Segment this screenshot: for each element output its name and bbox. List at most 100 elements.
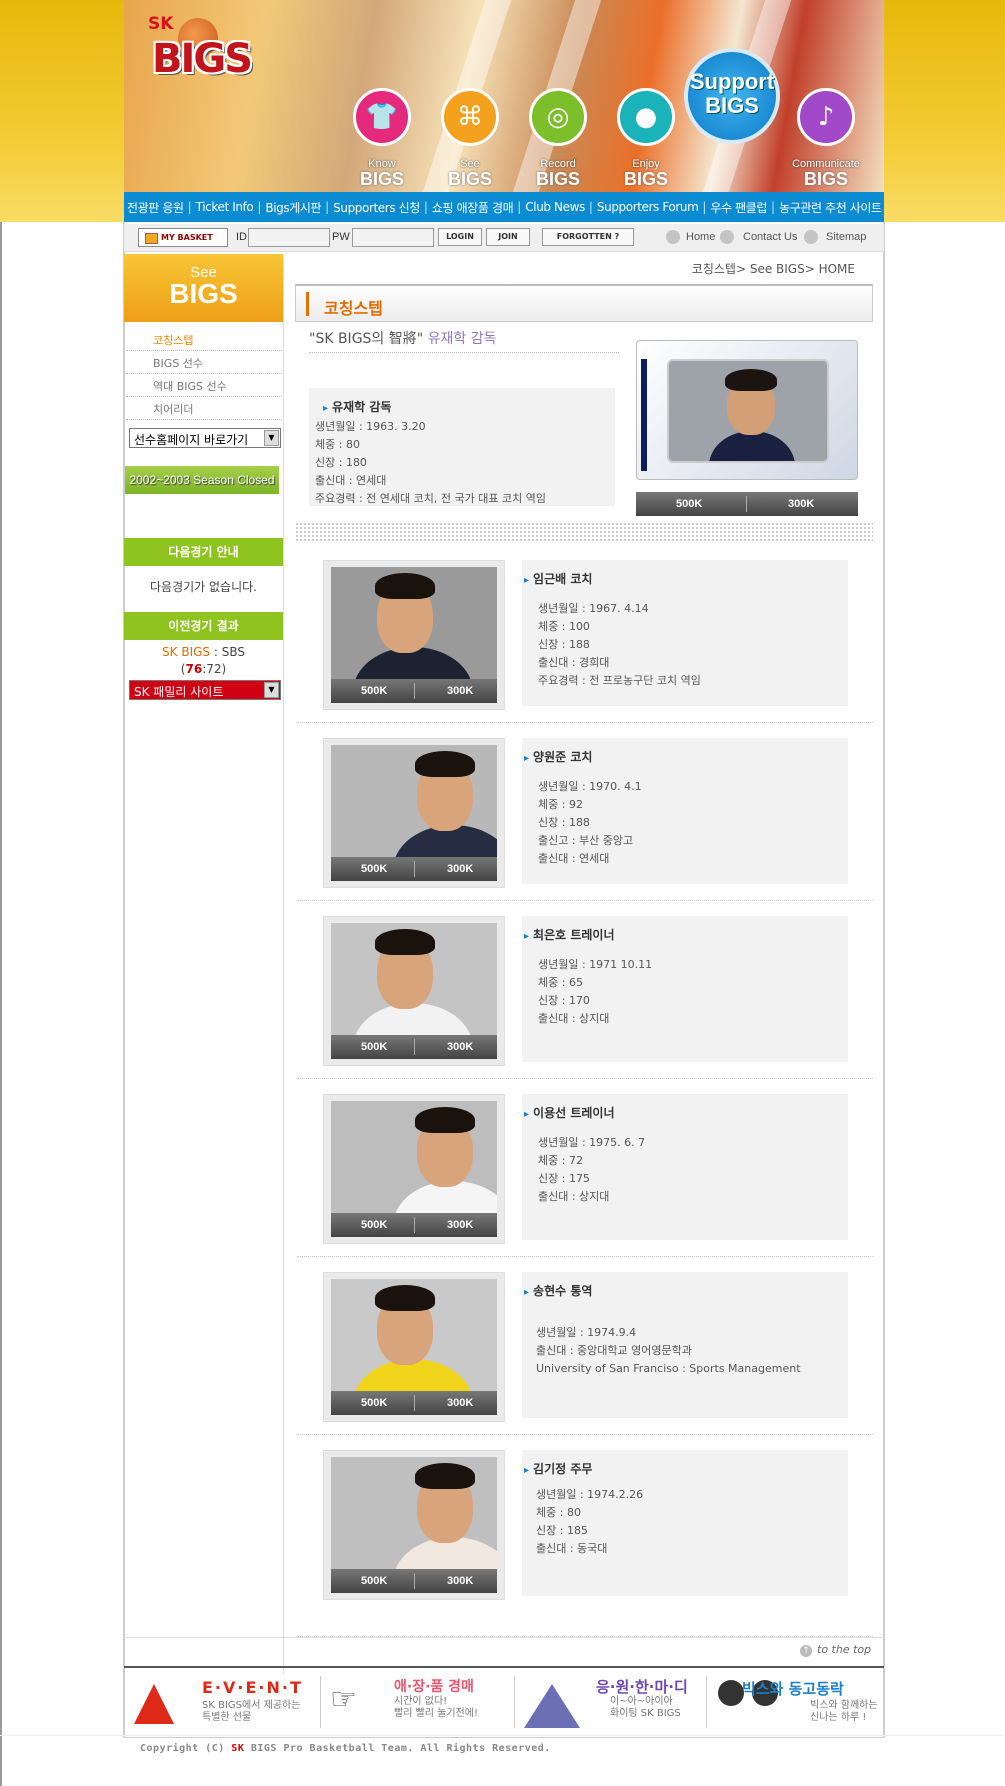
- event-banner[interactable]: E·V·E·N·T SK BIGS에서 제공하는 특별한 선물: [134, 1674, 314, 1732]
- nav-item[interactable]: 농구관련 추천 사이트: [779, 199, 882, 216]
- id-input[interactable]: [248, 228, 330, 247]
- download-500k[interactable]: 500K: [361, 1041, 387, 1053]
- sk-bigs-logo[interactable]: SK BIGS: [148, 14, 253, 90]
- staff-info: 임근배 코치생년월일 : 1967. 4.14 체중 : 100 신장 : 188 출…: [522, 560, 848, 706]
- staff-title: 임근배 코치: [524, 570, 592, 587]
- download-300k[interactable]: 300K: [788, 498, 814, 510]
- head-coach-photo: [667, 359, 829, 463]
- menu-communicate-bigs[interactable]: ♪ Communicate BIGS: [786, 88, 866, 192]
- download-300k[interactable]: 300K: [447, 1219, 473, 1231]
- auction-banner[interactable]: ☞ 애·장·품 경매 시간이 없다! 빨리 빨리 눌기전에!: [330, 1674, 510, 1732]
- next-game-text: 다음경기가 없습니다.: [150, 580, 257, 594]
- download-500k[interactable]: 500K: [361, 863, 387, 875]
- download-500k[interactable]: 500K: [676, 498, 702, 510]
- character-icon: [718, 1680, 744, 1706]
- staff-detail: 출신대 : 동국대: [536, 1542, 608, 1555]
- download-500k[interactable]: 500K: [361, 1575, 387, 1587]
- download-500k[interactable]: 500K: [361, 1397, 387, 1409]
- family-site-select[interactable]: SK 패밀리 사이트 ▼: [129, 680, 281, 700]
- download-300k[interactable]: 300K: [447, 1397, 473, 1409]
- banner-separator: [320, 1676, 321, 1728]
- sidebar-item-former-players[interactable]: 역대 BIGS 선수: [126, 374, 282, 397]
- nav-item[interactable]: 쇼핑 애장품 경매: [432, 199, 514, 216]
- nav-item[interactable]: 전광판 응원: [127, 199, 184, 216]
- cheer-line1: 이~아~아이아: [610, 1696, 673, 1707]
- staff-info: 김기정 주무생년월일 : 1974.2.26 체중 : 80 신장 : 185 출신대…: [522, 1450, 848, 1596]
- player-homepage-select[interactable]: 선수홈페이지 바로가기 ▼: [129, 428, 281, 448]
- left-border: [0, 222, 2, 1786]
- nav-item[interactable]: 우수 팬클럽: [710, 199, 767, 216]
- menu-record-bigs[interactable]: ◎ Record BIGS: [518, 88, 598, 192]
- menu-know-bigs[interactable]: 👕 Know BIGS: [342, 88, 422, 192]
- staff-hair: [415, 751, 475, 777]
- staff-download-bar: 500K 300K: [331, 1569, 497, 1593]
- sitemap-icon: [804, 230, 818, 244]
- sitemap-link[interactable]: Sitemap: [826, 231, 866, 243]
- prev-game-score-win: 76: [185, 662, 203, 676]
- staff-detail: 신장 : 170: [538, 994, 590, 1007]
- staff-detail: 주요경력 : 전 프로농구단 코치 역임: [538, 674, 701, 687]
- nav-item[interactable]: Supporters Forum: [597, 200, 699, 214]
- menu-enjoy-bigs[interactable]: ● Enjoy BIGS: [606, 88, 686, 192]
- download-300k[interactable]: 300K: [447, 1575, 473, 1587]
- content-bottom-line: [124, 1637, 884, 1638]
- sidebar-item-coaching-staff[interactable]: 코칭스텝: [126, 328, 282, 351]
- staff-divider: [297, 900, 873, 901]
- sidebar-item-bigs-players[interactable]: BIGS 선수: [126, 351, 282, 374]
- sidebar-item-cheerleaders[interactable]: 치어리더: [126, 397, 282, 420]
- nav-item[interactable]: Bigs게시판: [265, 199, 321, 216]
- quote-prefix: "SK BIGS의 智將": [309, 331, 424, 347]
- support-bigs-button[interactable]: Support BIGS: [684, 48, 780, 144]
- nav-separator: |: [517, 200, 522, 214]
- nav-item[interactable]: Supporters 신청: [333, 199, 420, 216]
- head-coach-info: 유재학 감독 생년월일 : 1963. 3.20 체중 : 80 신장 : 180 출…: [309, 388, 615, 506]
- staff-detail: 체중 : 100: [538, 620, 590, 633]
- download-300k[interactable]: 300K: [447, 685, 473, 697]
- support-line2: BIGS: [705, 93, 759, 118]
- staff-title: 양원준 코치: [524, 748, 592, 765]
- season-closed-banner[interactable]: 2002~2003 Season Closed: [125, 466, 279, 494]
- staff-detail: 체중 : 80: [536, 1506, 581, 1519]
- download-300k[interactable]: 300K: [447, 863, 473, 875]
- password-input[interactable]: [352, 228, 434, 247]
- cheer-line2: 화이팅 SK BIGS: [610, 1708, 681, 1719]
- forgotten-button[interactable]: FORGOTTEN ?: [542, 228, 634, 246]
- contact-us-link[interactable]: Contact Us: [743, 231, 797, 243]
- prev-game-result: SK BIGS : SBS (76:72): [124, 644, 283, 678]
- copyright-pre: Copyright (C): [140, 1743, 232, 1754]
- page: SK BIGS 👕 Know BIGS ⌘ See BIGS ◎ Record BIGS ● Enj…: [0, 0, 1005, 1786]
- cheer-banner[interactable]: 응·원·한·마·디 이~아~아이아 화이팅 SK BIGS: [520, 1674, 700, 1732]
- staff-photo-frame: 500K 300K: [323, 1094, 505, 1244]
- see-bigs-top: See: [190, 264, 217, 281]
- download-500k[interactable]: 500K: [361, 685, 387, 697]
- prev-game-sep: :: [210, 645, 222, 659]
- staff-details: 생년월일 : 1967. 4.14 체중 : 100 신장 : 188 출신대 : 경…: [538, 600, 701, 690]
- my-basket-button[interactable]: MY BASKET: [138, 228, 228, 247]
- home-icon: [666, 230, 680, 244]
- download-300k[interactable]: 300K: [447, 1041, 473, 1053]
- staff-detail: 출신대 : 연세대: [538, 852, 610, 865]
- staff-info: 이용선 트레이너생년월일 : 1975. 6. 7 체중 : 72 신장 : 175…: [522, 1094, 848, 1240]
- menu-see-bigs[interactable]: ⌘ See BIGS: [430, 88, 510, 192]
- head-coach-detail: 생년월일 : 1963. 3.20: [315, 420, 426, 433]
- login-button[interactable]: LOGIN: [438, 228, 482, 246]
- nav-item[interactable]: Ticket Info: [196, 200, 254, 214]
- nav-item[interactable]: Club News: [525, 200, 585, 214]
- download-500k[interactable]: 500K: [361, 1219, 387, 1231]
- hoop-icon: ◎: [529, 88, 587, 146]
- chevron-down-icon: ▼: [264, 430, 279, 446]
- prev-game-opponent: SBS: [221, 645, 245, 659]
- quote-name: 유재학 감독: [427, 331, 497, 347]
- home-link[interactable]: Home: [686, 231, 715, 243]
- join-button[interactable]: JOIN: [486, 228, 530, 246]
- nav-separator: |: [423, 200, 428, 214]
- frame-accent: [641, 359, 647, 471]
- to-the-top-link[interactable]: to the top: [800, 1643, 871, 1657]
- nav-separator: |: [588, 200, 593, 214]
- copyright: Copyright (C) SK BIGS Pro Basketball Tea…: [140, 1743, 551, 1754]
- breadcrumb: 코칭스텝> See BIGS> HOME: [691, 262, 855, 276]
- next-game-header: 다음경기 안내: [124, 538, 283, 566]
- staff-hair: [375, 1285, 435, 1311]
- together-banner[interactable]: 빅스와 동고동락 빅스와 함께하는 신나는 하루 !: [712, 1674, 882, 1732]
- id-label: ID: [236, 231, 247, 243]
